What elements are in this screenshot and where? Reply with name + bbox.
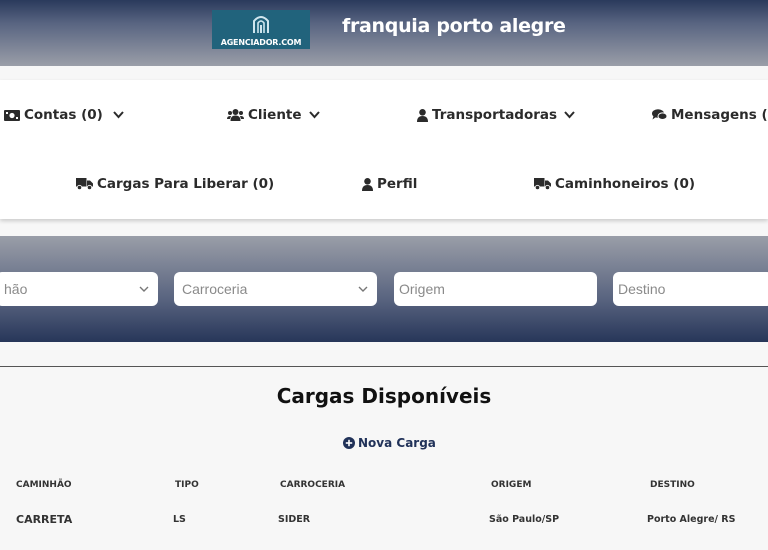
nav-transportadoras[interactable]: Transportadoras: [417, 107, 575, 123]
plus-circle-icon: [343, 437, 355, 449]
origin-input[interactable]: Origem: [394, 272, 597, 306]
user-icon: [417, 108, 428, 122]
nav-caminhoneiros-label: Caminhoneiros (0): [555, 176, 696, 192]
column-header-truck: CAMINHÃO: [16, 480, 72, 490]
nav-contas-label: Contas (0): [24, 107, 103, 123]
cell-type: LS: [173, 514, 186, 525]
user-icon: [362, 177, 373, 191]
money-bill-icon: [4, 109, 20, 121]
nav-mensagens[interactable]: Mensagens (0): [652, 107, 768, 123]
site-title: franquia porto alegre: [342, 15, 566, 37]
column-header-body: CARROCERIA: [280, 480, 346, 490]
site-header: AGENCIADOR.COM franquia porto alegre: [0, 0, 768, 66]
origin-input-placeholder: Origem: [399, 281, 445, 297]
cell-truck: CARRETA: [16, 513, 73, 526]
cell-origin: São Paulo/SP: [489, 514, 560, 525]
cell-body: SIDER: [278, 514, 311, 525]
nav-cliente[interactable]: Cliente: [227, 107, 320, 123]
column-header-destination: DESTINO: [650, 480, 695, 490]
body-type-select-value: Carroceria: [182, 281, 248, 297]
body-type-select[interactable]: Carroceria: [174, 272, 377, 306]
nav-caminhoneiros[interactable]: Caminhoneiros (0): [534, 176, 695, 192]
chevron-down-icon: [564, 111, 575, 119]
column-header-type: TIPO: [175, 480, 199, 490]
chevron-down-icon: [113, 111, 124, 119]
section-divider: [0, 366, 768, 367]
truck-type-select[interactable]: hão: [0, 272, 158, 306]
chevron-down-icon: [139, 286, 149, 292]
main-nav: Contas (0) Cliente Transportadoras Mensa…: [0, 80, 768, 219]
comments-icon: [652, 109, 667, 120]
search-filter-bar: hão Carroceria Origem Destino: [0, 236, 768, 342]
chevron-down-icon: [358, 286, 368, 292]
truck-icon: [534, 178, 551, 190]
chevron-down-icon: [308, 111, 320, 119]
logo-text: AGENCIADOR.COM: [220, 38, 302, 47]
new-load-label: Nova Carga: [358, 436, 436, 450]
truck-icon: [76, 178, 93, 190]
nav-cargas-para-liberar-label: Cargas Para Liberar (0): [97, 176, 275, 192]
nav-cargas-para-liberar[interactable]: Cargas Para Liberar (0): [76, 176, 274, 192]
new-load-button[interactable]: Nova Carga: [343, 436, 436, 450]
nav-cliente-label: Cliente: [248, 107, 302, 123]
cell-destination: Porto Alegre/ RS: [647, 514, 736, 525]
nav-perfil[interactable]: Perfil: [362, 176, 417, 192]
nav-perfil-label: Perfil: [377, 176, 418, 192]
nav-contas[interactable]: Contas (0): [4, 107, 124, 123]
truck-type-select-value: hão: [4, 281, 28, 297]
users-icon: [227, 109, 244, 121]
nav-mensagens-label: Mensagens (0): [671, 107, 768, 123]
logo-emblem-icon: [253, 16, 269, 33]
agenciador-logo[interactable]: AGENCIADOR.COM: [212, 10, 310, 49]
page-title: Cargas Disponíveis: [276, 384, 492, 408]
destination-input[interactable]: Destino: [613, 272, 768, 306]
destination-input-placeholder: Destino: [618, 281, 666, 297]
nav-transportadoras-label: Transportadoras: [432, 107, 558, 123]
column-header-origin: ORIGEM: [491, 480, 532, 490]
